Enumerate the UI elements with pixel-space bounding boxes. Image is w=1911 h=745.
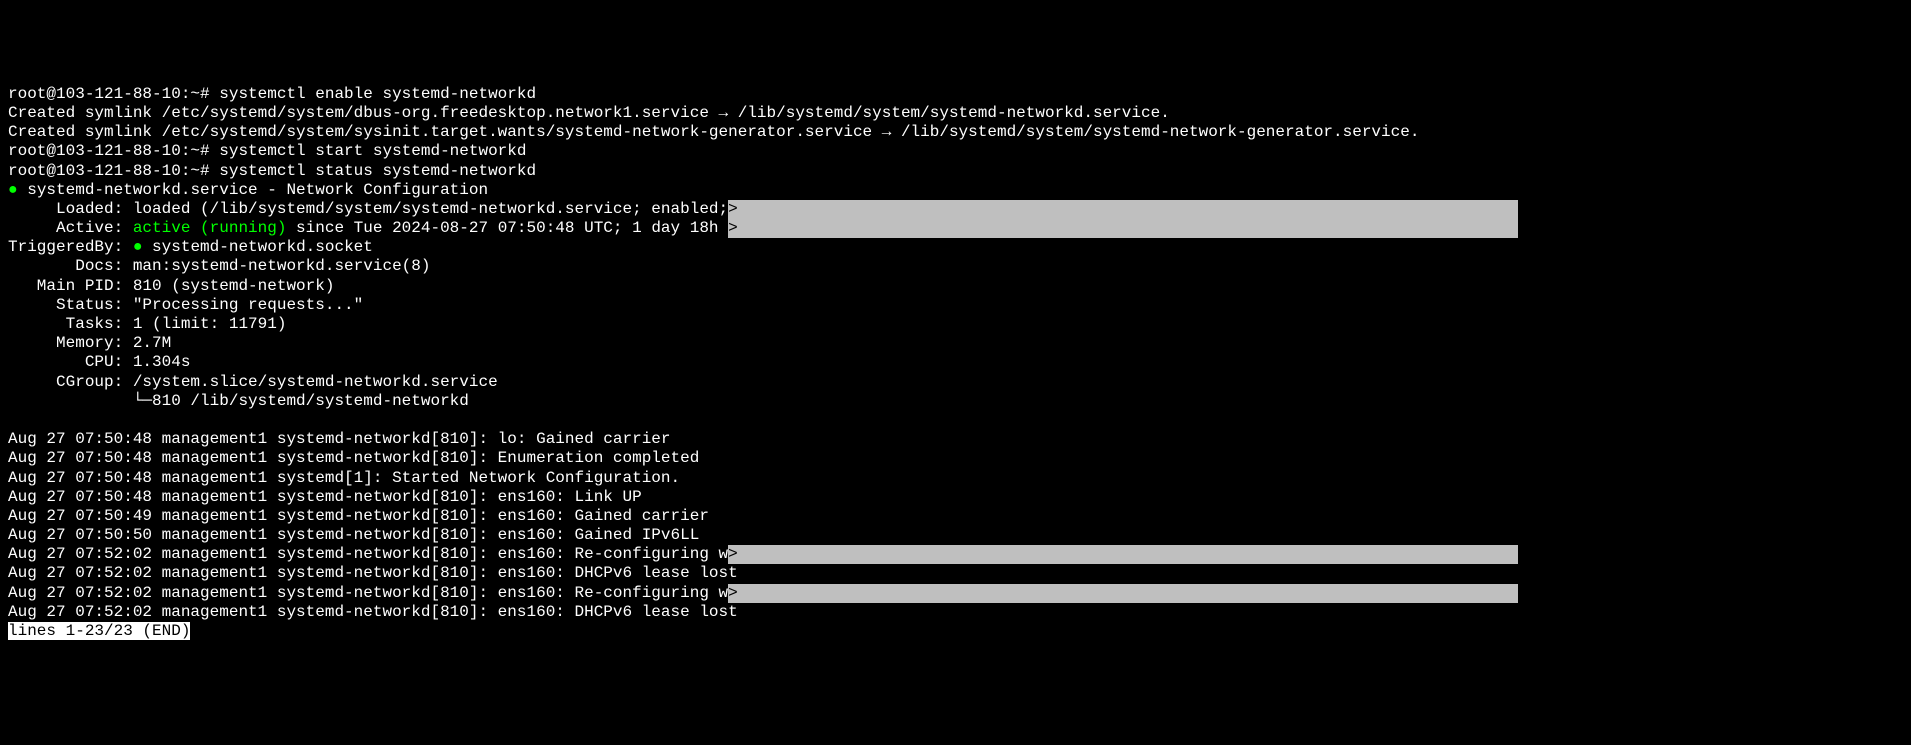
prompt: root@103-121-88-10:~# [8,142,219,160]
prompt: root@103-121-88-10:~# [8,85,219,103]
log-line: Aug 27 07:50:49 management1 systemd-netw… [8,507,1903,526]
service-header: ● systemd-networkd.service - Network Con… [8,181,1903,200]
terminal-output[interactable]: root@103-121-88-10:~# systemctl enable s… [8,85,1903,641]
blank-line [8,411,1903,430]
loaded-line: Loaded: loaded (/lib/systemd/system/syst… [8,200,1903,219]
active-line: Active: active (running) since Tue 2024-… [8,219,1903,238]
output-line: Created symlink /etc/systemd/system/sysi… [8,123,1903,142]
log-line: Aug 27 07:52:02 management1 systemd-netw… [8,603,1903,622]
cmd-line-3: root@103-121-88-10:~# systemctl status s… [8,162,1903,181]
prompt: root@103-121-88-10:~# [8,162,219,180]
cgroup-tree-line: └─810 /lib/systemd/systemd-networkd [8,392,1903,411]
log-line: Aug 27 07:52:02 management1 systemd-netw… [8,545,1903,564]
docs-line: Docs: man:systemd-networkd.service(8) [8,257,1903,276]
status-dot-icon: ● [8,181,18,199]
tasks-line: Tasks: 1 (limit: 11791) [8,315,1903,334]
cmd-line-1: root@103-121-88-10:~# systemctl enable s… [8,85,1903,104]
truncation-indicator: > [728,545,1518,564]
log-line: Aug 27 07:50:48 management1 systemd[1]: … [8,469,1903,488]
truncation-indicator: > [728,200,1518,219]
memory-line: Memory: 2.7M [8,334,1903,353]
log-line: Aug 27 07:52:02 management1 systemd-netw… [8,584,1903,603]
status-dot-icon: ● [133,238,143,256]
status-line: Status: "Processing requests..." [8,296,1903,315]
log-line: Aug 27 07:50:48 management1 systemd-netw… [8,430,1903,449]
output-line: Created symlink /etc/systemd/system/dbus… [8,104,1903,123]
mainpid-line: Main PID: 810 (systemd-network) [8,277,1903,296]
truncation-indicator: > [728,219,1518,238]
pager-status-text: lines 1-23/23 (END) [8,622,190,640]
cpu-line: CPU: 1.304s [8,353,1903,372]
pager-status[interactable]: lines 1-23/23 (END) [8,622,1903,641]
log-line: Aug 27 07:52:02 management1 systemd-netw… [8,564,1903,583]
cgroup-line: CGroup: /system.slice/systemd-networkd.s… [8,373,1903,392]
log-line: Aug 27 07:50:50 management1 systemd-netw… [8,526,1903,545]
command: systemctl enable systemd-networkd [219,85,536,103]
triggeredby-line: TriggeredBy: ● systemd-networkd.socket [8,238,1903,257]
log-line: Aug 27 07:50:48 management1 systemd-netw… [8,488,1903,507]
cmd-line-2: root@103-121-88-10:~# systemctl start sy… [8,142,1903,161]
active-status: active (running) [133,219,287,237]
command: systemctl status systemd-networkd [219,162,536,180]
truncation-indicator: > [728,584,1518,603]
service-title: systemd-networkd.service - Network Confi… [18,181,488,199]
command: systemctl start systemd-networkd [219,142,526,160]
log-line: Aug 27 07:50:48 management1 systemd-netw… [8,449,1903,468]
